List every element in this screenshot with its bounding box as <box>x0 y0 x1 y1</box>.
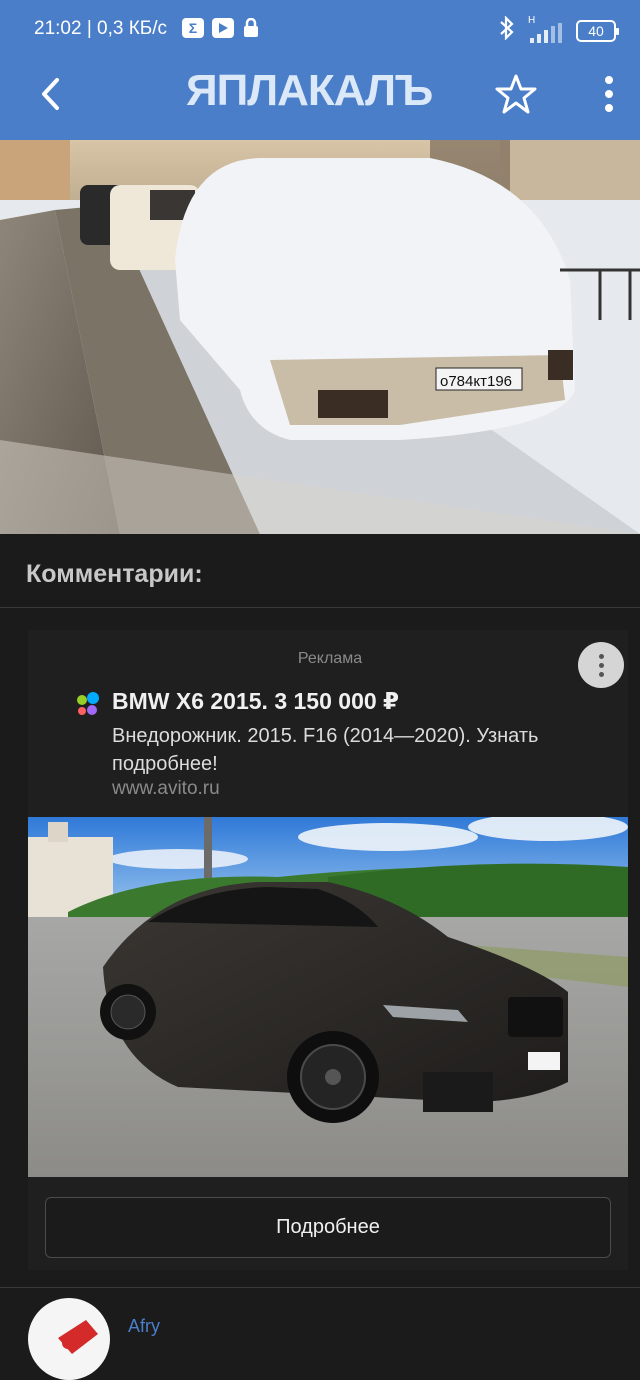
comments-title: Комментарии: <box>26 560 203 588</box>
ad-more-icon[interactable] <box>578 642 624 688</box>
more-vertical-icon[interactable] <box>592 72 626 116</box>
post-image[interactable]: о784кт196 <box>0 140 640 534</box>
youtube-icon <box>212 18 234 38</box>
divider <box>0 1287 640 1288</box>
battery-level: 40 <box>588 23 604 39</box>
ad-details-button[interactable]: Подробнее <box>45 1197 611 1258</box>
app-bar: ЯПЛАКАЛЪ <box>0 58 640 140</box>
comment-author[interactable]: Afry <box>128 1316 160 1337</box>
status-time-speed: 21:02 | 0,3 КБ/с <box>34 18 168 39</box>
ad-card[interactable]: Реклама BMW X6 2015. 3 150 000 ₽ Внедоро… <box>28 630 628 1270</box>
status-icons-right: H 40 <box>498 15 619 46</box>
back-arrow-icon[interactable] <box>30 72 70 116</box>
status-icons-left: Σ <box>182 17 260 38</box>
svg-text:о784кт196: о784кт196 <box>440 373 512 390</box>
ad-image[interactable] <box>28 817 628 1177</box>
ad-label: Реклама <box>297 650 363 667</box>
ad-description: Внедорожник. 2015. F16 (2014—2020). Узна… <box>112 725 539 775</box>
battery-icon: 40 <box>576 20 619 42</box>
lock-icon <box>242 17 260 38</box>
status-bar: 21:02 | 0,3 КБ/с Σ H 40 <box>0 0 640 58</box>
signal-icon: H <box>526 15 566 43</box>
site-logo: ЯПЛАКАЛЪ <box>186 66 433 115</box>
avatar[interactable] <box>28 1298 110 1380</box>
avito-logo-icon <box>74 690 102 718</box>
divider <box>0 607 640 608</box>
ad-url[interactable]: www.avito.ru <box>112 778 220 800</box>
status-speed: 0,3 КБ/с <box>97 18 168 39</box>
bluetooth-icon <box>498 15 516 46</box>
sigma-icon: Σ <box>182 18 204 38</box>
star-icon[interactable] <box>494 72 538 116</box>
ad-title[interactable]: BMW X6 2015. 3 150 000 ₽ <box>112 688 399 715</box>
status-time: 21:02 <box>34 18 82 39</box>
